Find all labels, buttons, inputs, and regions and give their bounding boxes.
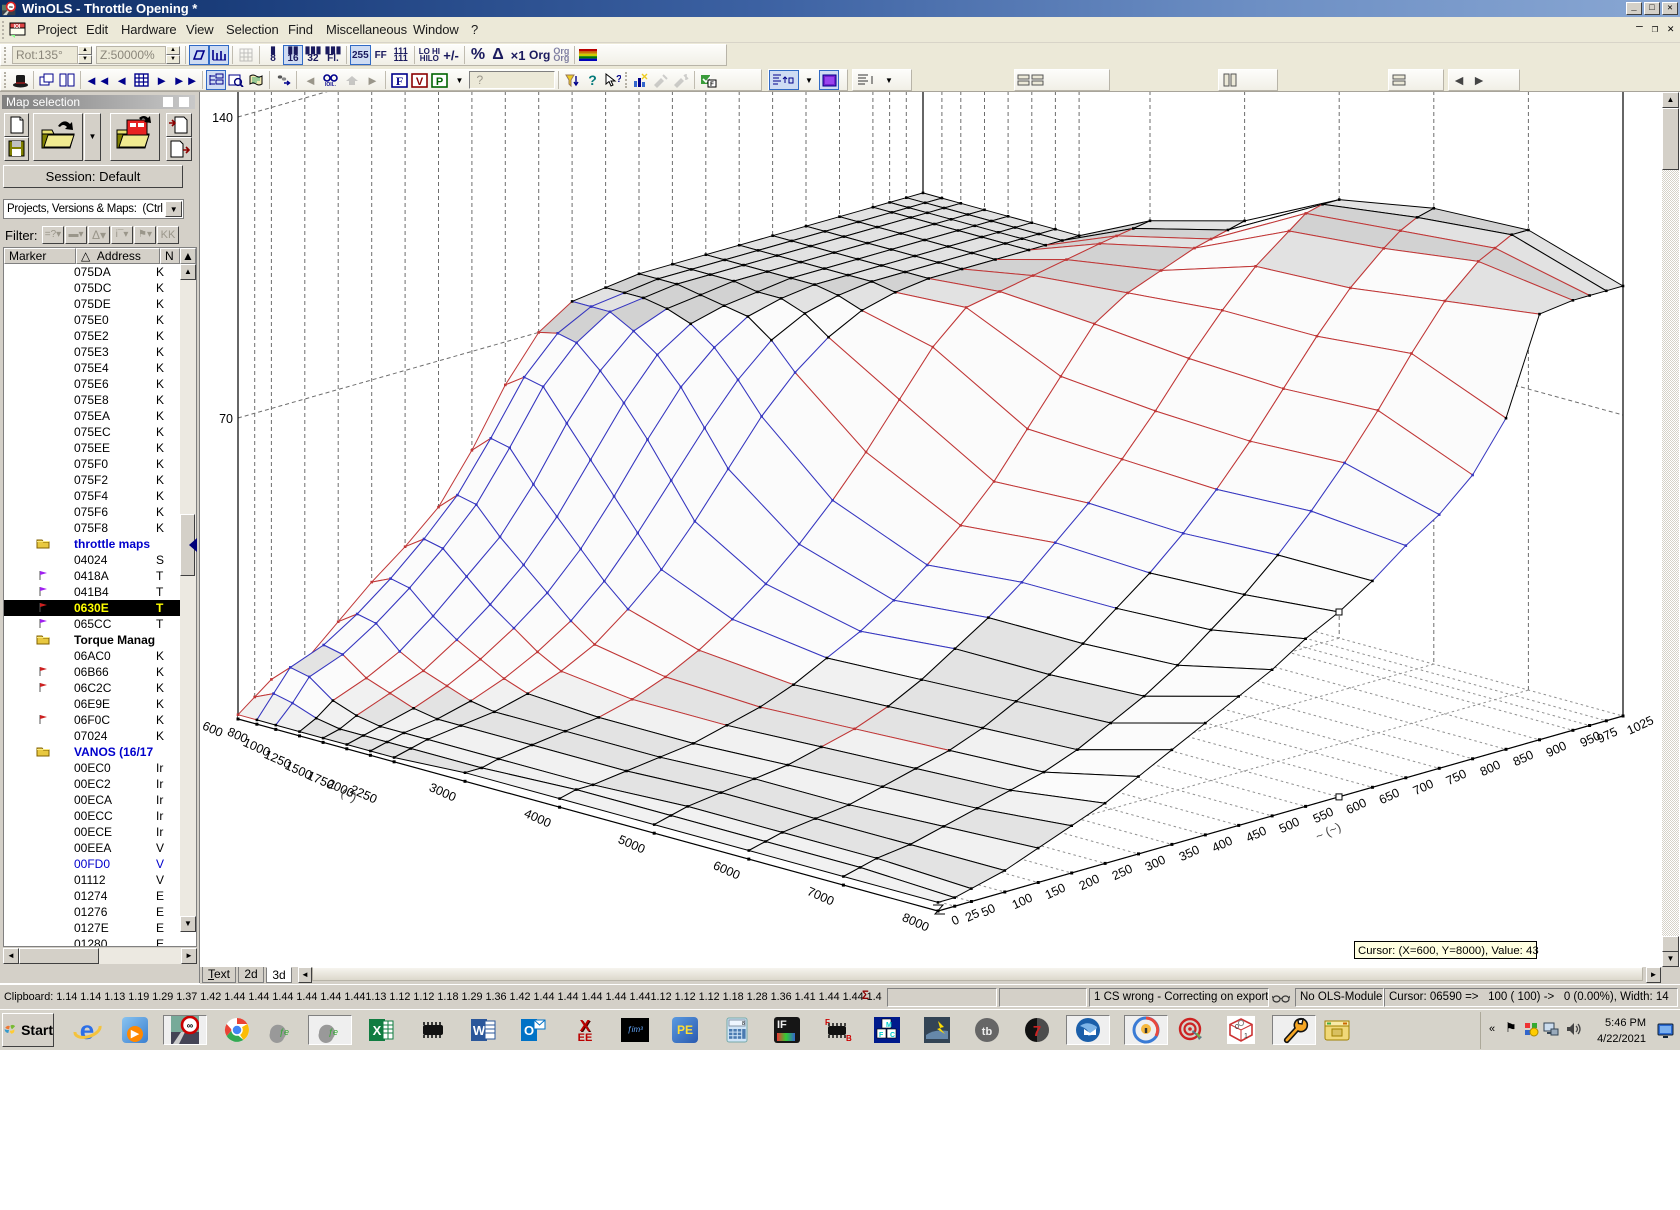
svg-text:V: V (416, 76, 424, 88)
svg-text:ƒe: ƒe (279, 1027, 289, 1037)
svg-text:M: M (886, 1022, 892, 1029)
svg-text:200: 200 (1077, 872, 1102, 894)
svg-text:0: 0 (1235, 1024, 1239, 1031)
svg-text:1: 1 (1244, 1033, 1248, 1040)
svg-text:B: B (846, 1034, 852, 1043)
svg-text:C: C (890, 1032, 895, 1039)
svg-text:600: 600 (1344, 796, 1369, 818)
svg-text:975: 975 (1595, 725, 1620, 747)
svg-text:25: 25 (963, 906, 982, 925)
svg-text:e: e (80, 1016, 94, 1044)
svg-text:600: 600 (200, 719, 225, 740)
svg-text:O: O (524, 1023, 534, 1038)
svg-text:300: 300 (1143, 853, 1168, 875)
svg-text:8000: 8000 (900, 910, 931, 934)
svg-text:F: F (396, 74, 403, 88)
svg-text:750: 750 (1444, 767, 1469, 789)
svg-text:3000: 3000 (427, 780, 458, 804)
svg-text:?: ? (616, 74, 621, 85)
svg-text:700: 700 (1411, 777, 1436, 799)
svg-text:F: F (825, 1018, 830, 1027)
svg-text:450: 450 (1244, 824, 1269, 846)
svg-text:IOII..: IOII.. (325, 82, 336, 87)
svg-text:F: F (711, 82, 715, 88)
svg-text:X: X (373, 1023, 382, 1038)
svg-text:W: W (473, 1023, 486, 1038)
svg-text:ƒe: ƒe (328, 1027, 338, 1037)
svg-text:650: 650 (1377, 786, 1402, 808)
svg-text:IOI: IOI (14, 24, 21, 30)
svg-text:∞: ∞ (9, 5, 13, 11)
svg-text:8: 8 (742, 1021, 745, 1027)
svg-text:1025: 1025 (1625, 713, 1656, 737)
svg-text:EE: EE (578, 1032, 593, 1043)
svg-text:140: 140 (212, 111, 233, 125)
svg-text:800: 800 (1478, 758, 1503, 780)
svg-text:250: 250 (1110, 862, 1135, 884)
svg-text:P: P (436, 76, 443, 88)
svg-text:Cursor: (X=600, Y=8000), Value: Cursor: (X=600, Y=8000), Value: 43 (1358, 945, 1539, 957)
svg-text:900: 900 (1544, 739, 1569, 761)
svg-text:7: 7 (1033, 1023, 1041, 1040)
svg-text:4000: 4000 (522, 806, 553, 830)
svg-text:70: 70 (219, 412, 233, 426)
svg-text:100: 100 (1010, 891, 1035, 913)
svg-text:350: 350 (1177, 843, 1202, 865)
svg-text:0: 0 (949, 913, 961, 929)
svg-text:400: 400 (1210, 834, 1235, 856)
svg-text:7000: 7000 (805, 884, 836, 908)
svg-text:150: 150 (1043, 881, 1068, 903)
svg-text:850: 850 (1511, 748, 1536, 770)
svg-text:tb: tb (982, 1026, 993, 1038)
svg-text:∞: ∞ (187, 1021, 194, 1031)
svg-text:50: 50 (979, 901, 998, 920)
svg-text:F: F (879, 1032, 884, 1039)
svg-text:6000: 6000 (711, 858, 742, 882)
svg-text:500: 500 (1277, 815, 1302, 837)
svg-text:5000: 5000 (616, 832, 647, 856)
